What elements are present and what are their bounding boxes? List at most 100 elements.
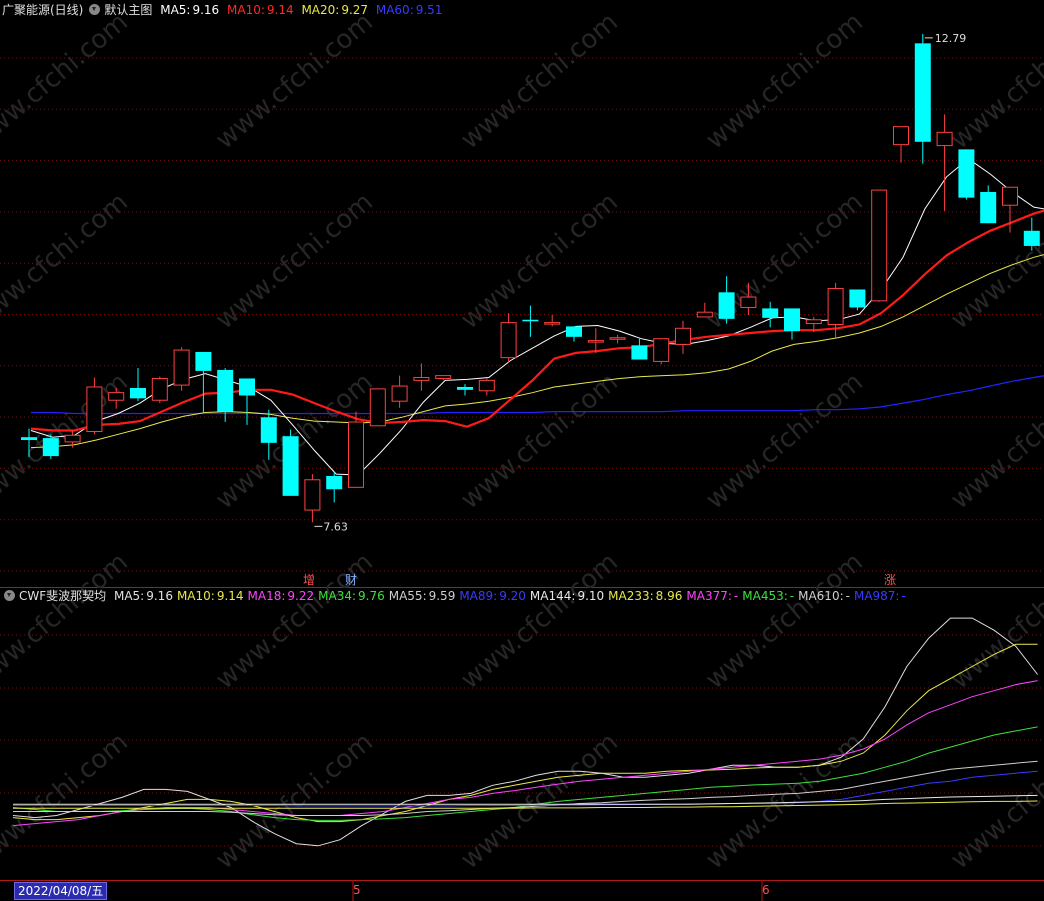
candle (500, 313, 517, 363)
candle (958, 149, 975, 200)
watermark-layer: www.cfchi.com www.cfchi.com www.cfchi.com w… (0, 7, 1044, 875)
candle (151, 376, 168, 404)
candle (849, 289, 866, 311)
candle-body-down (217, 369, 234, 412)
sub-ma-label-5: MA89: (459, 589, 498, 603)
sub-ma-value-8: - (733, 589, 739, 603)
tag-cai[interactable]: 财 (345, 573, 357, 587)
candle (369, 388, 386, 427)
candle-body-up (391, 385, 408, 402)
candle (784, 308, 800, 340)
candle-body-down (718, 292, 735, 319)
main-indicator-name[interactable]: 默认主图 (104, 3, 152, 17)
candle-body-up (544, 322, 561, 325)
watermark-text: www.cfchi.com (0, 7, 134, 155)
candle-body-down (21, 437, 37, 440)
candle-body-up (587, 340, 604, 343)
ma60-value: 9.51 (415, 3, 443, 17)
ma10-value: 9.14 (266, 3, 294, 17)
candle (435, 375, 452, 381)
sub-ma-value-3: 9.76 (358, 589, 385, 603)
sub-ma-value-11: - (901, 589, 906, 603)
watermark-text: www.cfchi.com (455, 547, 624, 695)
watermark-text: www.cfchi.com (210, 547, 379, 695)
tag-zhang[interactable]: 涨 (884, 573, 896, 587)
candle (195, 351, 212, 414)
candle (326, 472, 343, 503)
candle (893, 126, 909, 163)
candle-body-up (435, 375, 452, 379)
x-tick-6: 6 (762, 883, 770, 897)
candle (566, 326, 582, 342)
watermark-text: www.cfchi.com (455, 7, 624, 155)
candle-body-down (195, 351, 212, 371)
candle-body-up (609, 337, 626, 340)
candle (348, 411, 364, 488)
sub-ma-label-0: MA5: (113, 589, 145, 603)
candle-body-up (348, 421, 364, 488)
candle (653, 338, 670, 365)
watermark-text: www.cfchi.com (0, 547, 134, 695)
candle (914, 33, 931, 164)
candle-body-up (304, 479, 321, 511)
line-ma10 (30, 209, 1044, 432)
candle-body-up (871, 189, 888, 302)
candle (980, 185, 997, 224)
watermark-text: www.cfchi.com (0, 727, 134, 875)
candle-body-up (653, 338, 670, 362)
candle (587, 328, 604, 353)
sub-ma-label-4: MA55: (388, 589, 427, 603)
sub-ma-label-3: MA34: (318, 589, 357, 603)
candle-body-up (936, 131, 953, 147)
candle-body-down (457, 386, 473, 390)
ma20-label: MA20: (301, 3, 340, 17)
ma5-label: MA5: (160, 3, 191, 17)
candle-body-down (326, 475, 343, 490)
watermark-text: www.cfchi.com (700, 547, 869, 695)
candle (631, 337, 648, 360)
candle-body-up (893, 126, 909, 146)
sub-ma-label-1: MA10: (176, 589, 215, 603)
sub-ma-value-10: - (845, 589, 850, 603)
tag-zeng[interactable]: 增 (303, 573, 315, 587)
dropdown-icon[interactable] (89, 4, 101, 15)
candle-body-down (282, 436, 299, 496)
candle (871, 189, 888, 302)
candle-body-up (173, 349, 190, 386)
sub-indicator-name[interactable]: CWF斐波那契均 (19, 589, 106, 603)
ma20-value: 9.27 (341, 3, 369, 17)
sub-ma-value-2: 9.22 (287, 589, 315, 603)
candle-body-up (108, 392, 125, 401)
chart-canvas: www.cfchi.com www.cfchi.com www.cfchi.com w… (0, 7, 1044, 901)
candle-body-down (260, 417, 277, 443)
watermark-text: www.cfchi.com (945, 7, 1044, 155)
watermark-text: www.cfchi.com (210, 7, 379, 155)
stock-name: 广聚能源(日线) (2, 3, 84, 17)
candle (304, 474, 321, 523)
candle-body-up (478, 379, 495, 392)
candle (239, 378, 255, 425)
candle-body-up (64, 434, 81, 443)
candle-body-down (784, 308, 800, 332)
candle-body-up (827, 288, 844, 326)
candle-body-down (914, 43, 931, 142)
candle-body-up (369, 388, 386, 427)
candle (522, 305, 539, 337)
candle (457, 384, 473, 396)
candle (478, 378, 495, 396)
candle (282, 429, 299, 496)
low-price-label: 7.63 (323, 520, 348, 533)
sub-ma-label-10: MA610: (798, 589, 844, 603)
sub-ma-value-7: 8.96 (655, 589, 683, 603)
sub-ma-label-9: MA453: (742, 589, 788, 603)
candle (1023, 217, 1040, 251)
ma10-label: MA10: (227, 3, 265, 17)
sub-ma-value-5: 9.20 (499, 589, 526, 603)
candle-body-down (958, 149, 975, 198)
watermark-text: www.cfchi.com (210, 187, 379, 335)
candle-body-up (86, 386, 103, 432)
sub-chart-header: CWF斐波那契均 MA5: 9.16 MA10: 9.14 MA18: 9.22 MA34:… (2, 587, 910, 605)
watermark-text: www.cfchi.com (210, 727, 379, 875)
ma60-label: MA60: (375, 3, 414, 17)
dropdown-icon[interactable] (4, 590, 15, 601)
